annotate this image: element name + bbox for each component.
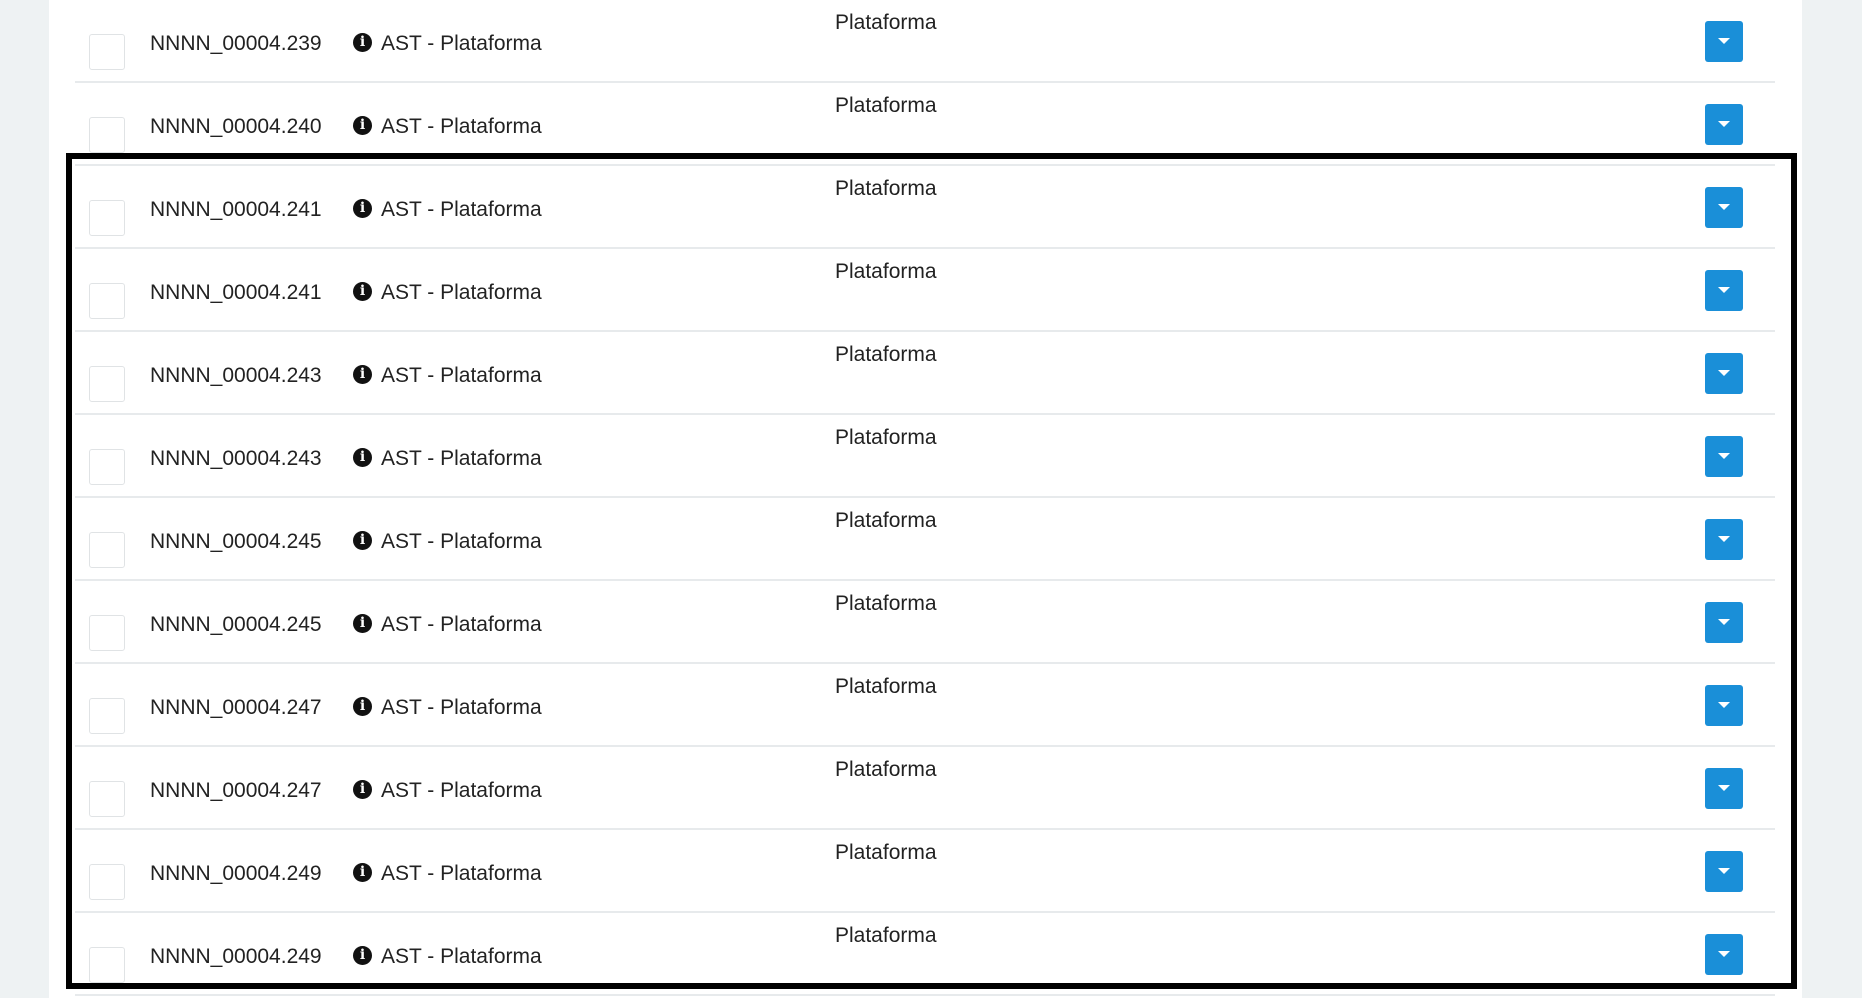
record-description: Plataforma <box>835 841 937 864</box>
record-code: NNNN_00004.241 <box>150 281 322 304</box>
record-type: AST - Plataforma <box>381 447 542 470</box>
row-actions-dropdown-button[interactable] <box>1705 270 1743 311</box>
list-item: NNNN_00004.243 i AST - Plataforma Plataf… <box>75 415 1775 498</box>
info-icon[interactable]: i <box>353 116 372 135</box>
list-item: NNNN_00004.247 i AST - Plataforma Plataf… <box>75 747 1775 830</box>
list-item: NNNN_00004.243 i AST - Plataforma Plataf… <box>75 332 1775 415</box>
info-icon[interactable]: i <box>353 614 372 633</box>
record-code: NNNN_00004.239 <box>150 32 322 55</box>
caret-down-icon <box>1718 287 1730 293</box>
list-item: NNNN_00004.247 i AST - Plataforma Plataf… <box>75 664 1775 747</box>
caret-down-icon <box>1718 868 1730 874</box>
row-actions-dropdown-button[interactable] <box>1705 187 1743 228</box>
row-actions-dropdown-button[interactable] <box>1705 519 1743 560</box>
caret-down-icon <box>1718 785 1730 791</box>
record-type: AST - Plataforma <box>381 779 542 802</box>
row-checkbox[interactable] <box>89 532 125 568</box>
caret-down-icon <box>1718 951 1730 957</box>
list-item: NNNN_00004.239 i AST - Plataforma Plataf… <box>75 0 1775 83</box>
record-type: AST - Plataforma <box>381 115 542 138</box>
record-code: NNNN_00004.241 <box>150 198 322 221</box>
record-type: AST - Plataforma <box>381 281 542 304</box>
record-code: NNNN_00004.245 <box>150 613 322 636</box>
caret-down-icon <box>1718 702 1730 708</box>
row-checkbox[interactable] <box>89 366 125 402</box>
row-checkbox[interactable] <box>89 781 125 817</box>
row-checkbox[interactable] <box>89 283 125 319</box>
record-type: AST - Plataforma <box>381 530 542 553</box>
caret-down-icon <box>1718 121 1730 127</box>
record-description: Plataforma <box>835 177 937 200</box>
info-icon[interactable]: i <box>353 697 372 716</box>
record-type: AST - Plataforma <box>381 945 542 968</box>
row-actions-dropdown-button[interactable] <box>1705 353 1743 394</box>
record-description: Plataforma <box>835 509 937 532</box>
record-type: AST - Plataforma <box>381 696 542 719</box>
row-checkbox[interactable] <box>89 117 125 153</box>
record-code: NNNN_00004.247 <box>150 696 322 719</box>
list-item: NNNN_00004.240 i AST - Plataforma Plataf… <box>75 83 1775 166</box>
record-type: AST - Plataforma <box>381 364 542 387</box>
info-icon[interactable]: i <box>353 33 372 52</box>
record-description: Plataforma <box>835 758 937 781</box>
info-icon[interactable]: i <box>353 946 372 965</box>
info-icon[interactable]: i <box>353 780 372 799</box>
row-checkbox[interactable] <box>89 200 125 236</box>
record-description: Plataforma <box>835 94 937 117</box>
record-code: NNNN_00004.243 <box>150 447 322 470</box>
list-item: NNNN_00004.241 i AST - Plataforma Plataf… <box>75 249 1775 332</box>
record-code: NNNN_00004.240 <box>150 115 322 138</box>
record-code: NNNN_00004.245 <box>150 530 322 553</box>
list-item: NNNN_00004.249 i AST - Plataforma Plataf… <box>75 913 1775 996</box>
info-icon[interactable]: i <box>353 448 372 467</box>
info-icon[interactable]: i <box>353 282 372 301</box>
record-description: Plataforma <box>835 343 937 366</box>
row-actions-dropdown-button[interactable] <box>1705 436 1743 477</box>
caret-down-icon <box>1718 453 1730 459</box>
row-checkbox[interactable] <box>89 947 125 983</box>
record-type: AST - Plataforma <box>381 613 542 636</box>
record-description: Plataforma <box>835 924 937 947</box>
caret-down-icon <box>1718 38 1730 44</box>
row-checkbox[interactable] <box>89 34 125 70</box>
info-icon[interactable]: i <box>353 863 372 882</box>
row-checkbox[interactable] <box>89 449 125 485</box>
caret-down-icon <box>1718 204 1730 210</box>
list-item: NNNN_00004.249 i AST - Plataforma Plataf… <box>75 830 1775 913</box>
record-type: AST - Plataforma <box>381 862 542 885</box>
record-code: NNNN_00004.243 <box>150 364 322 387</box>
caret-down-icon <box>1718 536 1730 542</box>
record-description: Plataforma <box>835 592 937 615</box>
list-item: NNNN_00004.245 i AST - Plataforma Plataf… <box>75 498 1775 581</box>
record-type: AST - Plataforma <box>381 32 542 55</box>
row-actions-dropdown-button[interactable] <box>1705 768 1743 809</box>
record-type: AST - Plataforma <box>381 198 542 221</box>
record-description: Plataforma <box>835 11 937 34</box>
record-description: Plataforma <box>835 675 937 698</box>
row-actions-dropdown-button[interactable] <box>1705 602 1743 643</box>
record-code: NNNN_00004.249 <box>150 862 322 885</box>
info-icon[interactable]: i <box>353 199 372 218</box>
row-actions-dropdown-button[interactable] <box>1705 104 1743 145</box>
row-checkbox[interactable] <box>89 864 125 900</box>
row-checkbox[interactable] <box>89 615 125 651</box>
info-icon[interactable]: i <box>353 365 372 384</box>
record-description: Plataforma <box>835 260 937 283</box>
list-item: NNNN_00004.245 i AST - Plataforma Plataf… <box>75 581 1775 664</box>
row-actions-dropdown-button[interactable] <box>1705 21 1743 62</box>
record-code: NNNN_00004.249 <box>150 945 322 968</box>
caret-down-icon <box>1718 619 1730 625</box>
row-actions-dropdown-button[interactable] <box>1705 685 1743 726</box>
list-item: NNNN_00004.241 i AST - Plataforma Plataf… <box>75 166 1775 249</box>
record-code: NNNN_00004.247 <box>150 779 322 802</box>
row-actions-dropdown-button[interactable] <box>1705 851 1743 892</box>
caret-down-icon <box>1718 370 1730 376</box>
row-actions-dropdown-button[interactable] <box>1705 934 1743 975</box>
record-list: NNNN_00004.239 i AST - Plataforma Plataf… <box>75 0 1775 996</box>
info-icon[interactable]: i <box>353 531 372 550</box>
record-description: Plataforma <box>835 426 937 449</box>
row-checkbox[interactable] <box>89 698 125 734</box>
